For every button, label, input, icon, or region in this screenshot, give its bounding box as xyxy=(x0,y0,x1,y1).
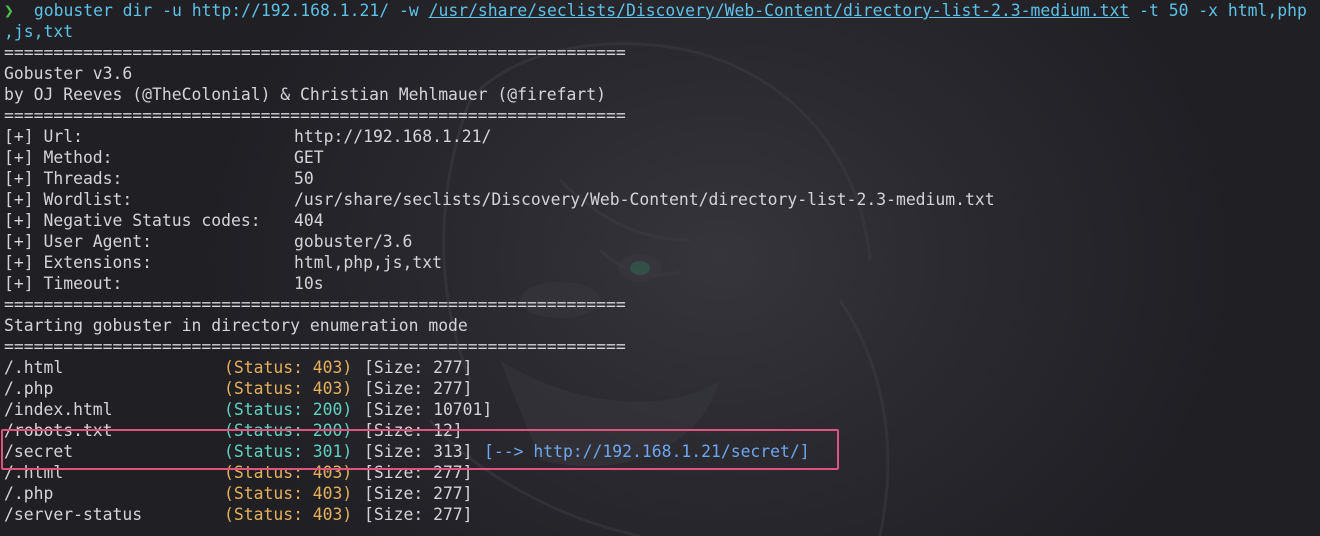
config-line: [+] Wordlist: /usr/share/seclists/Discov… xyxy=(4,189,1320,210)
config-value: /usr/share/seclists/Discovery/Web-Conten… xyxy=(294,190,995,209)
result-path: /.php xyxy=(4,379,54,398)
command-line-wrap: ,js,txt xyxy=(4,21,1320,42)
result-size: [Size: 277] xyxy=(364,484,473,503)
separator: ========================================… xyxy=(4,42,1320,63)
separator-text: ========================================… xyxy=(4,337,626,356)
config-line: [+] Method: GET xyxy=(4,147,1320,168)
result-path: /index.html xyxy=(4,400,113,419)
result-row: /.php (Status: 403) [Size: 277] xyxy=(4,378,1320,399)
banner-title-text: Gobuster v3.6 xyxy=(4,64,133,83)
config-value: 404 xyxy=(294,211,324,230)
command-line: ❯ gobuster dir -u http://192.168.1.21/ -… xyxy=(4,0,1320,21)
start-message: Starting gobuster in directory enumerati… xyxy=(4,315,1320,336)
result-path: /.php xyxy=(4,484,54,503)
highlight-box xyxy=(1,429,839,470)
command-text: gobuster dir -u http://192.168.1.21/ -w … xyxy=(24,0,1307,21)
result-row: /server-status (Status: 403) [Size: 277] xyxy=(4,504,1320,525)
command-text-continued: ,js,txt xyxy=(4,22,74,41)
result-status: (Status: 403) xyxy=(224,505,353,524)
result-size: [Size: 277] xyxy=(364,358,473,377)
separator-text: ========================================… xyxy=(4,295,626,314)
separator-text: ========================================… xyxy=(4,106,626,125)
separator: ========================================… xyxy=(4,105,1320,126)
result-status: (Status: 403) xyxy=(224,484,353,503)
config-label: [+] Threads: xyxy=(4,169,123,188)
result-size: [Size: 277] xyxy=(364,379,473,398)
result-row: /index.html (Status: 200) [Size: 10701] xyxy=(4,399,1320,420)
config-value: GET xyxy=(294,148,324,167)
config-line: [+] Url: http://192.168.1.21/ xyxy=(4,126,1320,147)
config-value: html,php,js,txt xyxy=(294,253,443,272)
result-row: /.php (Status: 403) [Size: 277] xyxy=(4,483,1320,504)
config-value: http://192.168.1.21/ xyxy=(294,127,492,146)
command-text-suffix: -t 50 -x html,php xyxy=(1129,1,1307,20)
terminal-window[interactable]: ❯ gobuster dir -u http://192.168.1.21/ -… xyxy=(0,0,1320,536)
config-line: [+] Negative Status codes: 404 xyxy=(4,210,1320,231)
result-size: [Size: 277] xyxy=(364,505,473,524)
config-label: [+] Method: xyxy=(4,148,113,167)
result-status: (Status: 403) xyxy=(224,379,353,398)
result-status: (Status: 200) xyxy=(224,400,353,419)
result-path: /server-status xyxy=(4,505,143,524)
prompt-chevron-icon: ❯ xyxy=(4,1,14,20)
config-label: [+] Url: xyxy=(4,127,83,146)
banner-authors-text: by OJ Reeves (@TheColonial) & Christian … xyxy=(4,85,606,104)
config-label: [+] Wordlist: xyxy=(4,190,133,209)
config-label: [+] User Agent: xyxy=(4,232,153,251)
config-line: [+] Threads: 50 xyxy=(4,168,1320,189)
result-status: (Status: 403) xyxy=(224,358,353,377)
config-line: [+] User Agent: gobuster/3.6 xyxy=(4,231,1320,252)
config-value: 50 xyxy=(294,169,314,188)
command-text-prefix: gobuster dir -u http://192.168.1.21/ -w xyxy=(24,1,429,20)
config-label: [+] Negative Status codes: xyxy=(4,211,261,230)
banner-authors: by OJ Reeves (@TheColonial) & Christian … xyxy=(4,84,1320,105)
command-wordlist-path[interactable]: /usr/share/seclists/Discovery/Web-Conten… xyxy=(429,1,1130,20)
result-row: /.html (Status: 403) [Size: 277] xyxy=(4,357,1320,378)
config-label: [+] Extensions: xyxy=(4,253,153,272)
config-value: gobuster/3.6 xyxy=(294,232,413,251)
result-path: /.html xyxy=(4,358,64,377)
separator: ========================================… xyxy=(4,336,1320,357)
config-label: [+] Timeout: xyxy=(4,274,123,293)
config-line: [+] Timeout: 10s xyxy=(4,273,1320,294)
config-value: 10s xyxy=(294,274,324,293)
separator: ========================================… xyxy=(4,294,1320,315)
config-line: [+] Extensions: html,php,js,txt xyxy=(4,252,1320,273)
start-message-text: Starting gobuster in directory enumerati… xyxy=(4,316,468,335)
separator-text: ========================================… xyxy=(4,43,626,62)
banner-title: Gobuster v3.6 xyxy=(4,63,1320,84)
result-size: [Size: 10701] xyxy=(364,400,493,419)
